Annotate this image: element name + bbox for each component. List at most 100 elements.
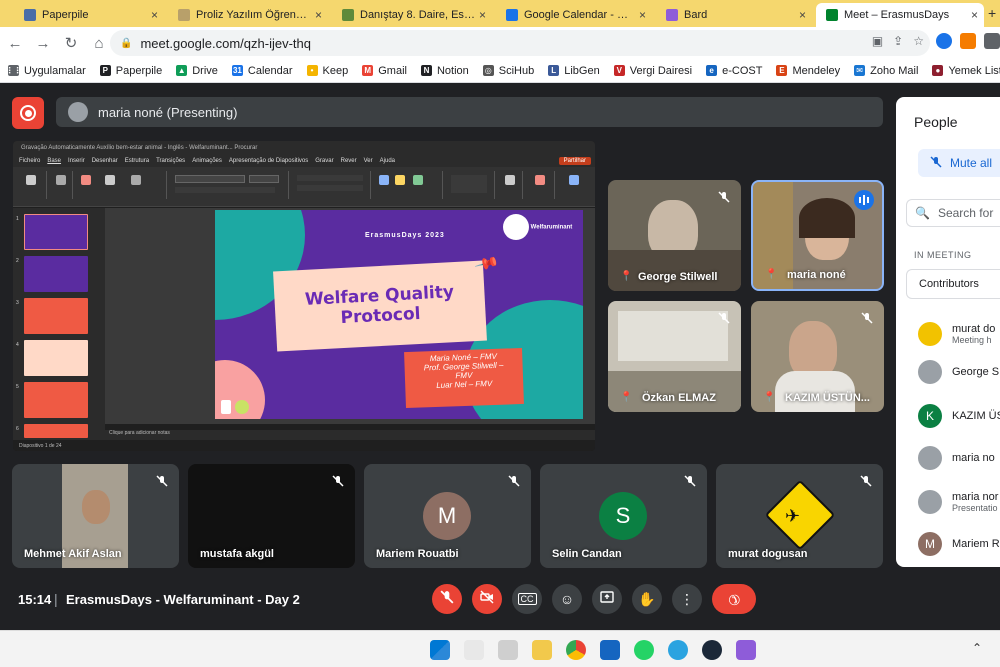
- close-tab-icon[interactable]: ×: [315, 8, 322, 22]
- bookmark-star-icon[interactable]: ☆: [913, 34, 924, 48]
- camera-toggle-button[interactable]: [472, 584, 502, 614]
- slide-thumbnail[interactable]: [24, 298, 88, 334]
- tab-favicon-icon: [178, 9, 190, 21]
- more-options-button[interactable]: ⋮: [672, 584, 702, 614]
- bookmark-item[interactable]: L LibGen: [548, 65, 600, 77]
- close-tab-icon[interactable]: ×: [971, 8, 978, 22]
- camera-icon[interactable]: ▣: [872, 34, 883, 48]
- slide-title: Welfare Quality Protocol: [273, 260, 487, 352]
- bookmark-item[interactable]: P Paperpile: [99, 65, 162, 77]
- mute-all-button[interactable]: Mute all: [918, 149, 1000, 177]
- slide-canvas: ErasmusDays 2023 Welfaruminant Welfare Q…: [105, 208, 595, 424]
- app-icon[interactable]: [736, 640, 756, 660]
- windows-start-icon[interactable]: [430, 640, 450, 660]
- recording-icon[interactable]: [12, 97, 44, 129]
- chrome-icon[interactable]: [566, 640, 586, 660]
- new-tab-icon[interactable]: +: [988, 5, 996, 21]
- browser-tab[interactable]: Bard ×: [656, 3, 812, 27]
- file-explorer-icon[interactable]: [532, 640, 552, 660]
- bookmark-item[interactable]: E Mendeley: [776, 65, 840, 77]
- widgets-icon[interactable]: [464, 640, 484, 660]
- university-logo: [221, 400, 231, 414]
- video-tile-george[interactable]: 📍 George Stilwell: [608, 180, 741, 291]
- bookmark-item[interactable]: M Gmail: [362, 65, 407, 77]
- rss-icon[interactable]: [960, 33, 976, 49]
- forward-icon[interactable]: →: [30, 30, 56, 56]
- slide-thumbnail[interactable]: [24, 340, 88, 376]
- whatsapp-icon[interactable]: [634, 640, 654, 660]
- tab-favicon-icon: [506, 9, 518, 21]
- telegram-icon[interactable]: [668, 640, 688, 660]
- participant-name: maria noné: [787, 269, 846, 281]
- bookmark-item[interactable]: ⋮⋮ Uygulamalar: [6, 65, 86, 77]
- bookmark-item[interactable]: ◎ SciHub: [482, 65, 534, 77]
- powerpoint-menu-item: Inserir: [68, 158, 85, 164]
- slide-thumbnail[interactable]: [24, 214, 88, 250]
- video-tile-ozkan[interactable]: 📍 Özkan ELMAZ: [608, 301, 741, 412]
- captions-button[interactable]: CC: [512, 584, 542, 614]
- bookmark-item[interactable]: ✉ Zoho Mail: [854, 65, 918, 77]
- powerpoint-status-bar: Diapositivo 1 de 24: [13, 441, 595, 451]
- bookmark-item[interactable]: • Keep: [306, 65, 348, 77]
- participant-list-item[interactable]: maria nor Presentatio: [918, 487, 1000, 517]
- address-bar[interactable]: 🔒 meet.google.com/qzh-ijev-thq ▣ ⇪ ☆: [110, 30, 930, 56]
- browser-tab[interactable]: Danıştay 8. Daire, Esas No ×: [332, 3, 492, 27]
- bookmark-item[interactable]: e e-COST: [706, 65, 762, 77]
- slide-thumbnail[interactable]: [24, 382, 88, 418]
- task-view-icon[interactable]: [498, 640, 518, 660]
- bookmark-item[interactable]: ● Yemek Listesi: [932, 65, 1000, 77]
- bookmark-item[interactable]: 31 Calendar: [231, 65, 293, 77]
- browser-tab[interactable]: Google Calendar - Week of ×: [496, 3, 652, 27]
- extension-icon[interactable]: [984, 33, 1000, 49]
- video-tile-mariem[interactable]: M Mariem Rouatbi: [364, 464, 531, 568]
- search-icon: 🔍: [915, 206, 930, 220]
- app-icon[interactable]: [600, 640, 620, 660]
- close-tab-icon[interactable]: ×: [151, 8, 158, 22]
- browser-tab[interactable]: Paperpile ×: [14, 3, 164, 27]
- avatar: K: [918, 404, 942, 428]
- reload-icon[interactable]: ↻: [58, 30, 84, 56]
- extension-icon[interactable]: [936, 33, 952, 49]
- share-icon[interactable]: ⇪: [893, 34, 903, 48]
- browser-tab[interactable]: Meet – ErasmusDays ×: [816, 3, 984, 27]
- participant-list-item[interactable]: George S: [918, 357, 1000, 387]
- video-tile-murat[interactable]: ✈ murat dogusan: [716, 464, 883, 568]
- close-tab-icon[interactable]: ×: [799, 8, 806, 22]
- leave-call-button[interactable]: ✆: [712, 584, 756, 614]
- steam-icon[interactable]: [702, 640, 722, 660]
- participant-list-item[interactable]: K KAZIM ÜS: [918, 401, 1000, 431]
- reactions-button[interactable]: ☺: [552, 584, 582, 614]
- video-tile-maria[interactable]: 📍 maria noné: [751, 180, 884, 291]
- bookmark-label: e-COST: [722, 64, 763, 77]
- video-tile-kazim[interactable]: 📍 KAZIM ÜSTÜN...: [751, 301, 884, 412]
- participant-name: Mariem R: [952, 538, 1000, 550]
- close-tab-icon[interactable]: ×: [639, 8, 646, 22]
- participant-list-item[interactable]: maria no: [918, 443, 1000, 473]
- video-tile-mehmet[interactable]: Mehmet Akif Aslan: [12, 464, 179, 568]
- browser-tab[interactable]: Proliz Yazılım Öğrenci İşleri ×: [168, 3, 328, 27]
- participant-list-item[interactable]: murat do Meeting h: [918, 319, 1000, 349]
- back-icon[interactable]: ←: [2, 30, 28, 56]
- video-tile-selin[interactable]: S Selin Candan: [540, 464, 707, 568]
- mic-toggle-button[interactable]: [432, 584, 462, 614]
- raise-hand-button[interactable]: ✋: [632, 584, 662, 614]
- separator: |: [54, 591, 58, 607]
- bookmark-item[interactable]: N Notion: [420, 65, 469, 77]
- shared-screen: Gravação Automaticamente Auxílio bem-est…: [13, 141, 595, 451]
- contributors-section[interactable]: Contributors: [906, 269, 1000, 299]
- tab-label: Bard: [684, 9, 708, 21]
- tab-label: Proliz Yazılım Öğrenci İşleri: [196, 9, 311, 21]
- bookmark-item[interactable]: ▲ Drive: [176, 65, 218, 77]
- tray-chevron-icon[interactable]: ⌃: [972, 641, 982, 655]
- participant-list-item[interactable]: M Mariem R: [918, 529, 1000, 559]
- bird-icon: ✈: [785, 506, 801, 526]
- search-people-input[interactable]: 🔍 Search for: [906, 199, 1000, 227]
- present-button[interactable]: [592, 584, 622, 614]
- home-icon[interactable]: ⌂: [86, 30, 112, 56]
- bookmark-item[interactable]: V Vergi Dairesi: [613, 65, 692, 77]
- video-tile-mustafa[interactable]: mustafa akgül: [188, 464, 355, 568]
- slide-thumbnail[interactable]: [24, 256, 88, 292]
- tabs: Paperpile × Proliz Yazılım Öğrenci İşleri ×…: [0, 0, 1000, 27]
- close-tab-icon[interactable]: ×: [479, 8, 486, 22]
- slide-thumbnail[interactable]: [24, 424, 88, 438]
